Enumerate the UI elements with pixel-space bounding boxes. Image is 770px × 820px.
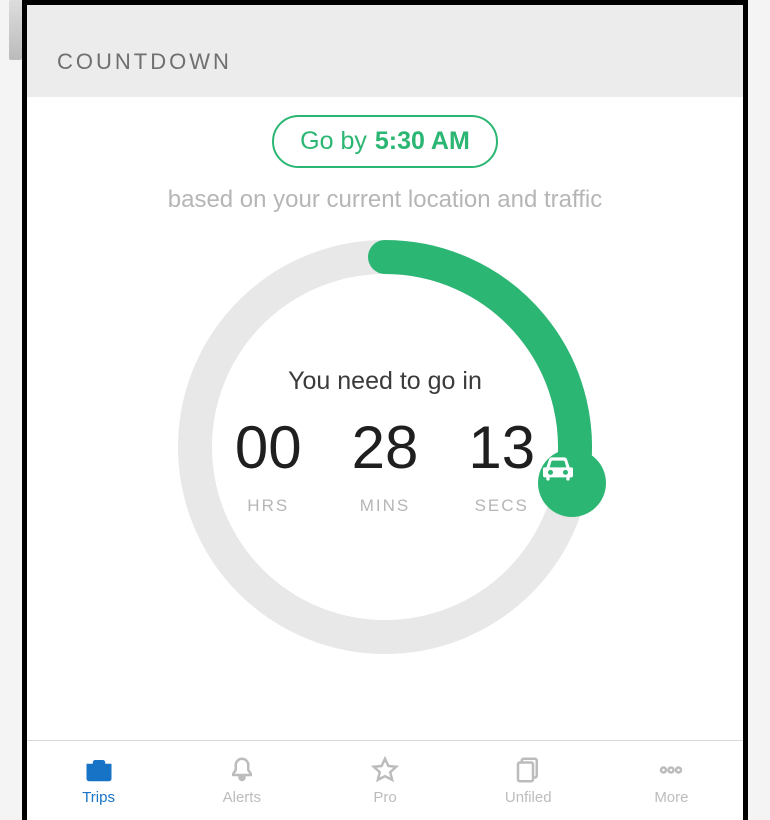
tab-trips-label: Trips — [82, 789, 115, 806]
timer-row: 00 HRS 28 MINS 13 SECS — [170, 418, 600, 516]
tab-more[interactable]: More — [600, 741, 743, 820]
secs-label: SECS — [475, 496, 529, 516]
hours-unit: 00 HRS — [235, 418, 302, 516]
briefcase-icon — [82, 755, 116, 785]
tab-alerts-label: Alerts — [223, 789, 261, 806]
documents-icon — [511, 755, 545, 785]
center-text: You need to go in 00 HRS 28 MINS 13 SECS — [170, 367, 600, 516]
go-by-prefix: Go by — [300, 127, 367, 156]
go-by-pill[interactable]: Go by 5:30 AM — [272, 115, 498, 168]
device-side-button — [9, 0, 22, 60]
mins-unit: 28 MINS — [352, 418, 419, 516]
secs-unit: 13 SECS — [468, 418, 535, 516]
tab-unfiled-label: Unfiled — [505, 789, 552, 806]
hours-value: 00 — [235, 418, 302, 478]
phone-screen: COUNTDOWN Go by 5:30 AM based on your cu… — [22, 0, 748, 820]
need-to-go-text: You need to go in — [170, 367, 600, 396]
section-title: COUNTDOWN — [57, 49, 232, 75]
star-icon — [368, 755, 402, 785]
tab-pro-label: Pro — [373, 789, 396, 806]
mins-value: 28 — [352, 418, 419, 478]
tab-bar: Trips Alerts Pro Unfiled More — [27, 740, 743, 820]
countdown-ring: You need to go in 00 HRS 28 MINS 13 SECS — [170, 232, 600, 662]
bell-icon — [225, 755, 259, 785]
hours-label: HRS — [247, 496, 289, 516]
countdown-panel: Go by 5:30 AM based on your current loca… — [27, 97, 743, 725]
tab-alerts[interactable]: Alerts — [170, 741, 313, 820]
tab-trips[interactable]: Trips — [27, 741, 170, 820]
more-icon — [654, 755, 688, 785]
subtext: based on your current location and traff… — [47, 186, 723, 214]
status-bar-gap — [27, 5, 743, 27]
tab-unfiled[interactable]: Unfiled — [457, 741, 600, 820]
mins-label: MINS — [360, 496, 411, 516]
section-header: COUNTDOWN — [27, 27, 743, 97]
tab-more-label: More — [654, 789, 688, 806]
go-by-time: 5:30 AM — [375, 127, 470, 156]
secs-value: 13 — [468, 418, 535, 478]
tab-pro[interactable]: Pro — [313, 741, 456, 820]
